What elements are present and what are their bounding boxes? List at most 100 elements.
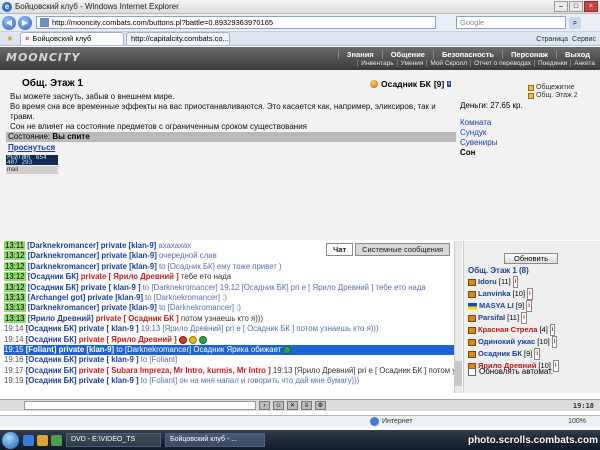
forward-button[interactable]: ▶ [18,15,32,30]
chat-nick[interactable]: [Осадник БК] [28,283,79,292]
player-info-icon[interactable]: i [447,81,451,87]
chat-nick[interactable]: [Осадник БК] [26,366,77,375]
chat-line[interactable]: 13:13 [Ярило Древний] private [ Осадник … [4,313,454,324]
chat-window[interactable]: 13:11 [Darknekromancer] private [klan-9]… [4,241,454,393]
chat-private-target[interactable]: private [klan-9] [59,345,114,354]
chat-line[interactable]: 19:19 [Осадник БК] private [ klan-9 ] to… [4,376,454,386]
chat-nick[interactable]: [Осадник БК] [28,272,79,281]
exit-floor-2[interactable]: Общ. Этаж 2 [528,92,586,100]
online-user[interactable]: Красная Стрела [4] i [468,324,598,336]
rating-counter[interactable]: РЕЙТИНГ 654 407 293 [6,155,58,165]
chat-private-target[interactable]: private [klan-9] [87,293,142,302]
user-info-icon[interactable]: i [552,360,559,372]
quicklaunch-media-icon[interactable] [51,434,62,446]
favorites-star-icon[interactable]: ★ [0,32,20,45]
search-icon[interactable]: ⌕ [569,16,581,29]
chat-nick[interactable]: [Darknekromancer] [27,241,99,250]
chat-nick[interactable]: [Осадник БК] [26,335,77,344]
scroll-thumb[interactable] [455,361,462,386]
chat-line[interactable]: 13:12 [Осадник БК] private [ klan-9 ] to… [4,282,454,293]
minimize-button[interactable]: – [554,1,568,12]
mail-counter[interactable]: mail [6,166,58,174]
submenu-fights[interactable]: Поединки [533,60,570,67]
chat-private-target[interactable]: private [klan-9] [101,251,156,260]
clear-button[interactable]: ✕ [287,401,298,410]
link-chest[interactable]: Сундук [460,128,497,138]
submenu-skills[interactable]: Умения [396,60,427,67]
online-user-name[interactable]: Одинокий ужас [478,337,535,347]
chat-line[interactable]: 19:14 [Осадник БК] private [ Ярило Древн… [4,335,454,345]
chat-private-target[interactable]: private [klan-9] [101,303,156,312]
submenu-inventory[interactable]: Инвентарь [357,60,396,67]
settings-button[interactable]: ⚙ [315,401,326,410]
auto-refresh[interactable]: Обновлять автомат. [468,367,553,376]
tab-chat[interactable]: Чат [326,243,354,256]
tab-close-icon[interactable]: × [25,34,29,43]
online-user[interactable]: Parsifal [11] i [468,312,598,324]
tab-combats[interactable]: × Бойцовский клуб [20,32,124,45]
chat-nick[interactable]: [Осадник БК] [26,324,77,333]
filter-button[interactable]: ≡ [301,401,312,410]
user-info-icon[interactable]: i [512,276,519,288]
chat-line[interactable]: 19:16 [Осадник БК] private [ klan-9 ] to… [4,355,454,365]
link-souvenirs[interactable]: Сувениры [460,138,497,148]
user-info-icon[interactable]: i [551,336,558,348]
back-button[interactable]: ◀ [2,15,16,30]
chat-nick[interactable]: [Archangel got] [28,293,86,302]
chat-private-target[interactable]: private [ Ярило Древний ] [79,335,177,344]
menu-character[interactable]: Персонаж [502,50,556,59]
quicklaunch-ie-icon[interactable] [23,434,34,446]
chat-line[interactable]: 13:13 [Darknekromancer] private [klan-9]… [4,303,454,313]
refresh-button[interactable]: Обновить [504,253,558,264]
chat-line[interactable]: 19:17 [Осадник БК] private [ Subara Impr… [4,366,454,376]
chat-nick[interactable]: [Darknekromancer] [28,303,100,312]
chat-line[interactable]: 13:13 [Archangel got] private [klan-9] t… [4,293,454,303]
chat-private-target[interactable]: private [ klan-9 ] [79,355,139,364]
online-user[interactable]: Idoru [11] i [468,276,598,288]
online-user-name[interactable]: Осадник БК [478,349,522,359]
menu-exit[interactable]: Выход [555,50,598,59]
link-room[interactable]: Комната [460,118,497,128]
online-user-name[interactable]: MASYA LI [479,301,514,311]
menu-knowledge[interactable]: Знания [337,50,382,59]
online-user[interactable]: Lanvinka [10] i [468,288,598,300]
maximize-button[interactable]: □ [569,1,583,12]
chat-scrollbar[interactable] [454,241,462,393]
chat-nick[interactable]: [Foliant] [26,345,57,354]
chat-line[interactable]: 19:14 [Осадник БК] private [ klan-9 ] 19… [4,324,454,334]
chat-private-target[interactable]: private [ Ярило Древний ] [81,272,179,281]
tab-system-messages[interactable]: Системные сообщения [355,243,451,256]
start-button[interactable] [2,431,19,449]
user-info-icon[interactable]: i [549,324,556,336]
task-combats[interactable]: Бойцовский клуб - ... [165,433,265,447]
address-bar[interactable]: http://mooncity.combats.com/buttons.pl?b… [36,16,436,29]
close-button[interactable]: × [584,1,598,12]
zoom-level[interactable]: 100% [568,418,586,425]
address-text[interactable]: http://mooncity.combats.com/buttons.pl?b… [52,18,432,27]
chat-nick[interactable]: [Осадник БК] [26,376,77,385]
tab-capitalcity[interactable]: http://capitalcity.combats.co... [126,32,230,45]
online-user-name[interactable]: Lanvinka [478,289,511,299]
online-user[interactable]: Одинокий ужас [10] i [468,336,598,348]
user-info-icon[interactable]: i [527,288,533,300]
menu-security[interactable]: Безопасность [432,50,502,59]
chat-line[interactable]: 13:12 [Darknekromancer] private [klan-9]… [4,261,454,272]
chat-nick[interactable]: [Ярило Древний] [28,314,94,323]
submenu-scroll[interactable]: Мой Скролл [426,60,470,67]
chat-nick[interactable]: [Осадник БК] [26,355,77,364]
chat-private-target[interactable]: private [ Subara Impreza, Mr Intro, kurm… [79,366,271,375]
page-menu[interactable]: Страница [536,36,568,43]
chat-line[interactable]: 13:12 [Осадник БК] private [ Ярило Древн… [4,272,454,282]
smiles-button[interactable]: ☺ [273,401,284,410]
chat-nick[interactable]: [Darknekromancer] [28,262,100,271]
chat-private-target[interactable]: private [klan-9] [101,241,156,250]
online-user[interactable]: Осадник БК [9] i [468,348,598,360]
tools-menu[interactable]: Сервис [572,36,596,43]
chat-input[interactable] [24,401,256,410]
chat-private-target[interactable]: private [klan-9] [101,262,156,271]
search-input[interactable]: Google [456,16,566,29]
chat-private-target[interactable]: private [ klan-9 ] [81,283,141,292]
submenu-transfers[interactable]: Отчет о переводах [470,60,534,67]
online-user-name[interactable]: Красная Стрела [478,325,537,335]
chat-private-target[interactable]: private [ klan-9 ] [79,376,139,385]
